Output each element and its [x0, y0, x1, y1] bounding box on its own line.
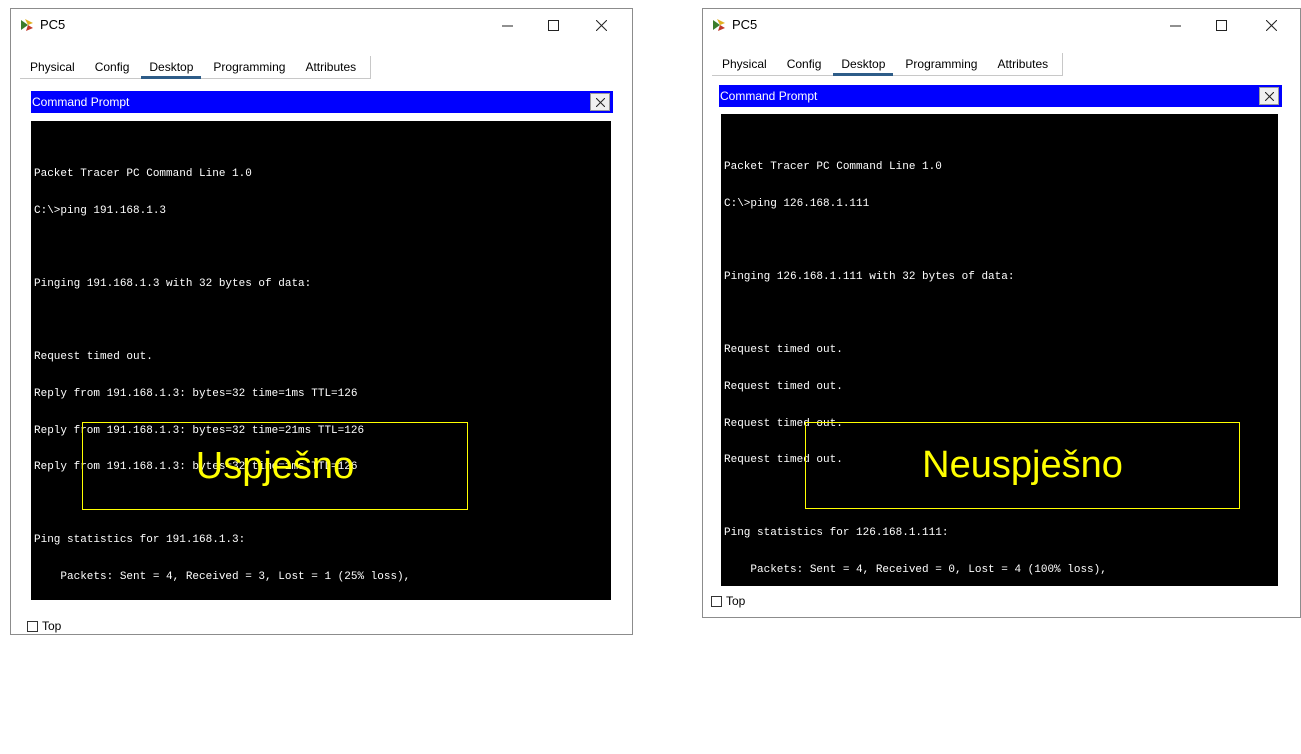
tab-attributes[interactable]: Attributes: [987, 57, 1058, 75]
terminal-line: Ping statistics for 126.168.1.111:: [724, 527, 949, 540]
packet-tracer-pc-icon: [21, 19, 33, 31]
result-callout: Uspješno: [82, 422, 468, 510]
terminal-line: Ping statistics for 191.168.1.3:: [34, 534, 246, 547]
top-checkbox-row: Top: [27, 619, 61, 633]
command-prompt-close-button[interactable]: [590, 93, 610, 111]
tab-programming[interactable]: Programming: [203, 60, 295, 78]
top-checkbox-label: Top: [42, 619, 62, 633]
maximize-icon: [547, 19, 559, 31]
terminal-line: C:\>ping 191.168.1.3: [34, 205, 167, 217]
close-icon: [1264, 91, 1274, 101]
pc5-window-right: PC5 Physical Config Desktop Programming …: [702, 8, 1301, 651]
result-callout: Neuspješno: [805, 422, 1240, 509]
minimize-button[interactable]: [487, 11, 527, 39]
tab-physical[interactable]: Physical: [712, 57, 777, 75]
title-bar[interactable]: PC5: [703, 9, 1300, 41]
top-checkbox[interactable]: [27, 620, 38, 632]
tab-attributes[interactable]: Attributes: [295, 60, 366, 78]
terminal-output[interactable]: Packet Tracer PC Command Line 1.0 C:\>pi…: [31, 121, 611, 731]
terminal-line: Packet Tracer PC Command Line 1.0: [34, 168, 252, 181]
terminal-line: Request timed out.: [34, 351, 153, 364]
close-icon: [595, 97, 605, 107]
terminal-line: Minimum = 1ms, Maximum = 21ms, Average =…: [34, 644, 351, 657]
tab-desktop[interactable]: Desktop: [139, 60, 203, 79]
terminal-output[interactable]: Packet Tracer PC Command Line 1.0 C:\>pi…: [721, 114, 1278, 651]
tab-separator: [366, 56, 372, 78]
tab-bar: Physical Config Desktop Programming Attr…: [712, 51, 1064, 76]
maximize-button[interactable]: [1201, 11, 1241, 39]
terminal-prompt: C:\>: [34, 719, 61, 732]
tab-config[interactable]: Config: [777, 57, 832, 75]
top-checkbox[interactable]: [711, 595, 722, 607]
top-checkbox-row: Top: [711, 594, 745, 608]
terminal-line: Pinging 191.168.1.3 with 32 bytes of dat…: [34, 278, 312, 291]
terminal-line: Packets: Sent = 4, Received = 3, Lost = …: [34, 570, 411, 583]
command-prompt-title-bar: Command Prompt: [31, 91, 613, 113]
command-prompt-title-bar: Command Prompt: [719, 85, 1282, 107]
terminal-line: Request timed out.: [724, 344, 843, 357]
terminal-prompt-line: C:\>: [34, 717, 611, 732]
tab-bar: Physical Config Desktop Programming Attr…: [20, 54, 372, 79]
tab-config[interactable]: Config: [85, 60, 140, 78]
tab-separator: [1058, 53, 1064, 75]
minimize-icon: [501, 25, 513, 26]
pc5-window-left: PC5 Physical Config Desktop Programming …: [10, 8, 633, 731]
tab-programming[interactable]: Programming: [895, 57, 987, 75]
command-prompt-title: Command Prompt: [720, 89, 818, 103]
packet-tracer-pc-icon: [713, 19, 725, 31]
text-cursor: [751, 637, 753, 649]
close-button[interactable]: [1251, 11, 1291, 39]
text-cursor: [61, 717, 63, 729]
minimize-button[interactable]: [1155, 11, 1195, 39]
terminal-prompt-line: C:\>: [724, 637, 1278, 652]
top-checkbox-label: Top: [726, 594, 746, 608]
title-bar[interactable]: PC5: [11, 9, 632, 41]
close-icon: [1265, 19, 1277, 31]
terminal-line: Reply from 191.168.1.3: bytes=32 time=1m…: [34, 387, 358, 400]
command-prompt-title: Command Prompt: [32, 95, 130, 109]
minimize-icon: [1169, 25, 1181, 26]
close-button[interactable]: [581, 11, 621, 39]
window-title: PC5: [40, 17, 66, 32]
terminal-line: Packets: Sent = 4, Received = 0, Lost = …: [724, 563, 1107, 576]
command-prompt-close-button[interactable]: [1259, 87, 1279, 105]
terminal-line: C:\>ping 126.168.1.111: [724, 198, 870, 210]
terminal-line: Request timed out.: [724, 380, 843, 393]
terminal-prompt: C:\>: [724, 639, 751, 652]
maximize-button[interactable]: [533, 11, 573, 39]
close-icon: [595, 19, 607, 31]
terminal-line: Pinging 126.168.1.111 with 32 bytes of d…: [724, 271, 1015, 284]
tab-desktop[interactable]: Desktop: [831, 57, 895, 76]
maximize-icon: [1215, 19, 1227, 31]
window-title: PC5: [732, 17, 758, 32]
tab-physical[interactable]: Physical: [20, 60, 85, 78]
terminal-line: Approximate round trip times in milli-se…: [34, 607, 338, 620]
terminal-line: Packet Tracer PC Command Line 1.0: [724, 161, 942, 174]
